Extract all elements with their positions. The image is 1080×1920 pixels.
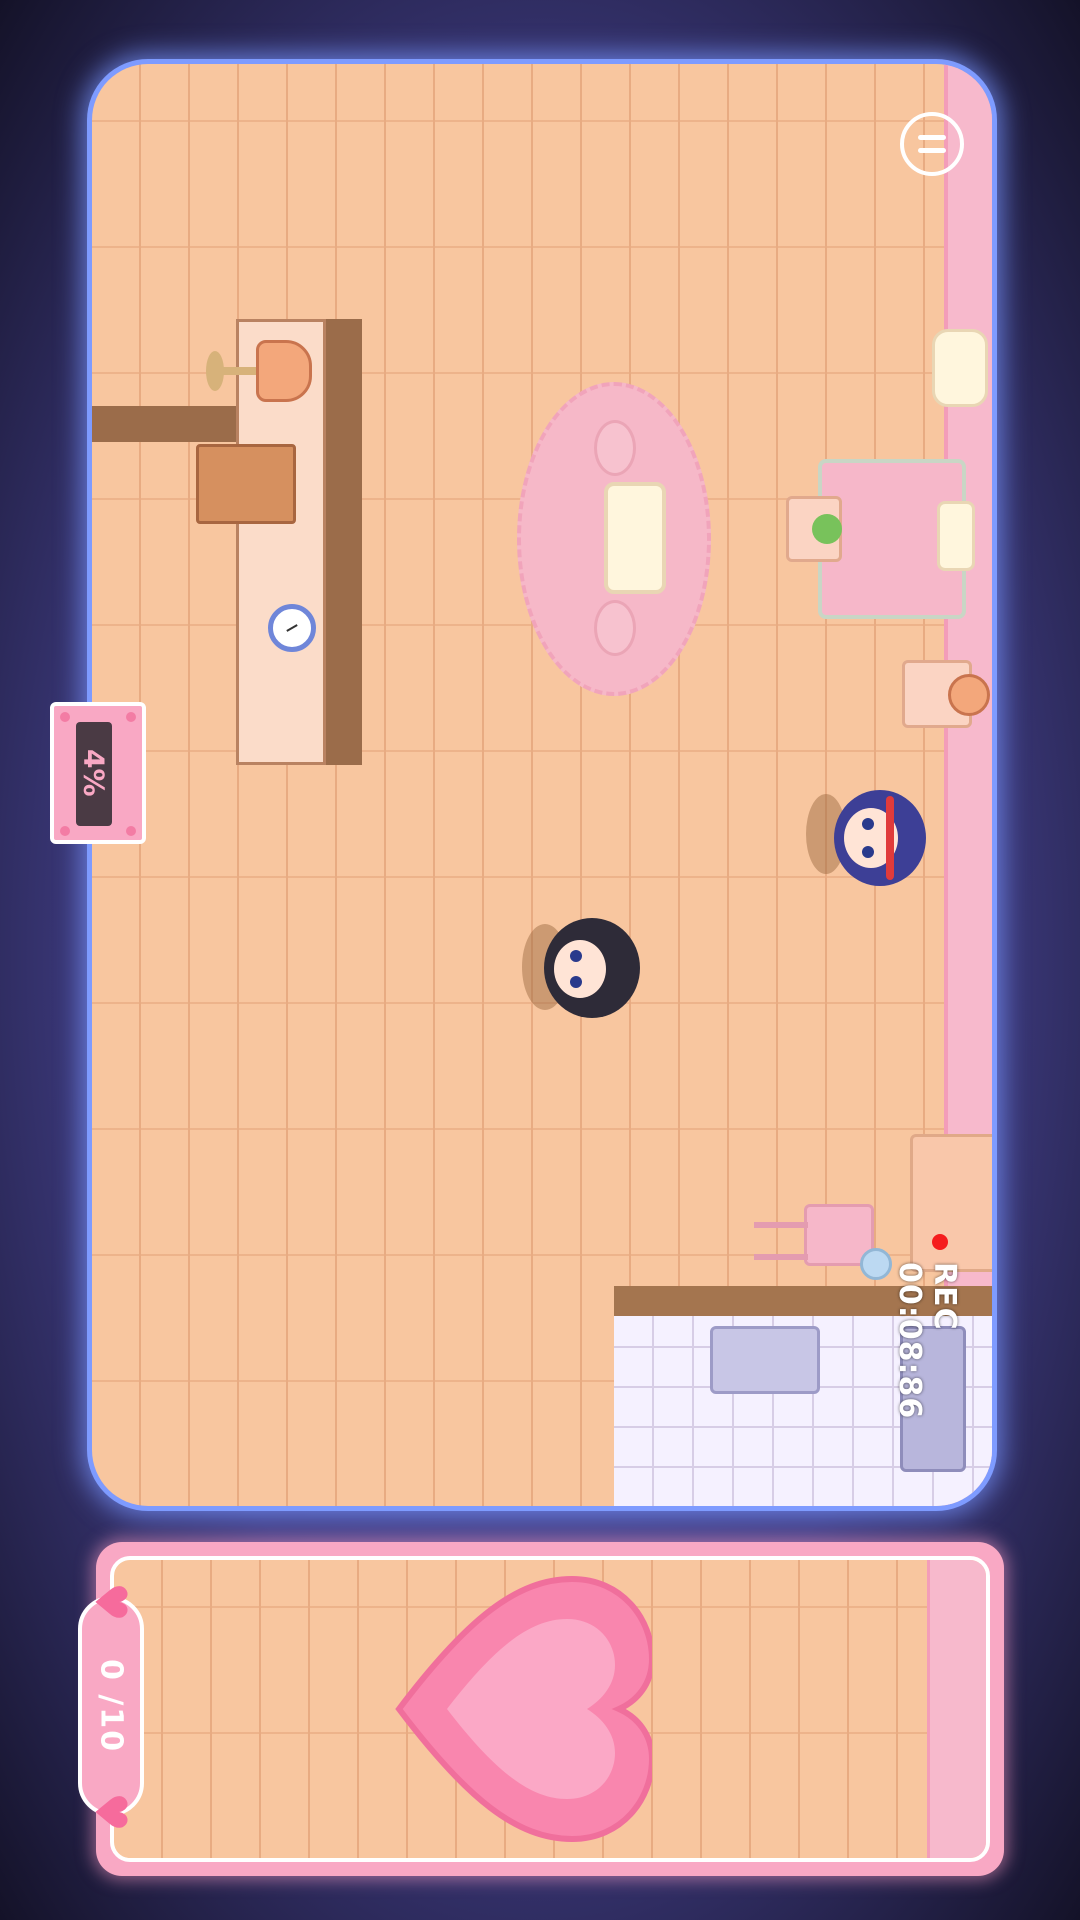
cardboard-box[interactable] [196, 444, 296, 524]
rec-label: REC [927, 1262, 962, 1331]
pause-icon [918, 135, 946, 140]
rec-dot-icon [932, 1234, 948, 1250]
progress-badge: 4% [50, 702, 146, 844]
score-text: 0 /10 [93, 1658, 129, 1754]
heart-icon-top: ♥ [84, 1582, 136, 1622]
boy-eye [570, 950, 582, 962]
heart-icon-bottom: ♥ [84, 1792, 136, 1832]
desk-lamp[interactable] [256, 340, 312, 402]
game-viewport[interactable]: REC 00:08:86 [92, 64, 992, 1506]
shelf-side-board [322, 319, 362, 765]
girl-character[interactable] [834, 790, 926, 886]
progress-text: 4% [77, 749, 111, 797]
clock-icon [268, 604, 316, 652]
panel-wall-strip [927, 1560, 986, 1858]
chair-leg [754, 1254, 808, 1260]
cabinet[interactable] [910, 1134, 992, 1272]
rec-indicator: REC 00:08:86 [892, 1262, 962, 1506]
pillow [937, 501, 975, 571]
pause-button[interactable] [900, 112, 964, 176]
stool[interactable] [594, 600, 636, 656]
rec-timer: 00:08:86 [892, 1262, 927, 1420]
sink-mirror [860, 1248, 892, 1280]
coffee-table[interactable] [604, 482, 666, 594]
heart-panel [96, 1542, 1004, 1876]
heart-icon[interactable] [392, 1564, 652, 1854]
score-counter: 0 /10 [78, 1596, 144, 1816]
girl-eye [862, 846, 874, 858]
chair-leg [754, 1222, 808, 1228]
sink[interactable] [710, 1326, 820, 1394]
boy-face [554, 940, 606, 998]
boy-eye [570, 976, 582, 988]
girl-eye [862, 818, 874, 830]
bed-headboard [932, 329, 988, 407]
desk-lamp-base [206, 351, 224, 391]
stool[interactable] [594, 420, 636, 476]
girl-headband [886, 796, 894, 880]
potted-plant[interactable] [812, 514, 842, 544]
table-lamp[interactable] [948, 674, 990, 716]
boy-character[interactable] [544, 918, 640, 1018]
